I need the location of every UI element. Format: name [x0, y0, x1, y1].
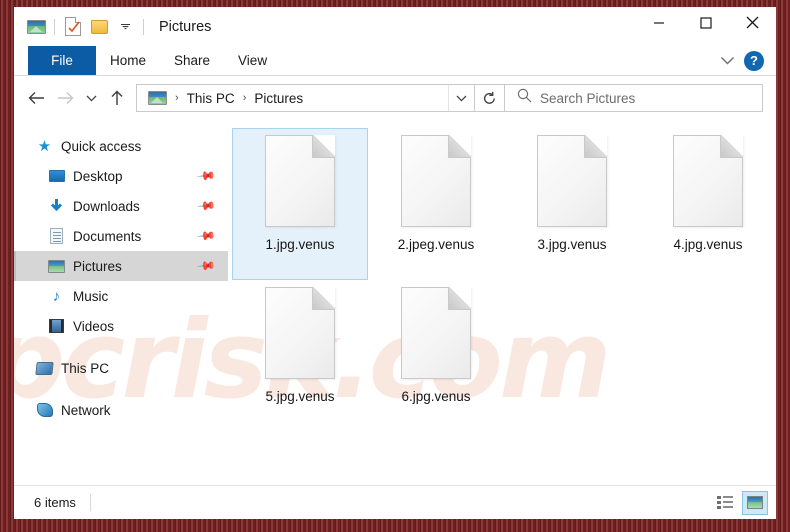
window-controls — [635, 7, 776, 46]
file-name-label: 4.jpg.venus — [673, 237, 743, 252]
blank-document-icon — [401, 287, 471, 379]
sidebar-item-label: Quick access — [61, 138, 142, 154]
address-dropdown-chevron-down-icon[interactable] — [448, 85, 474, 111]
music-icon: ♪ — [52, 287, 61, 305]
tab-share[interactable]: Share — [160, 46, 224, 75]
file-name-label: 2.jpeg.venus — [397, 237, 475, 252]
sidebar-item-label: Videos — [73, 318, 115, 334]
status-bar: 6 items — [14, 485, 776, 519]
pin-icon[interactable]: 📌 — [196, 166, 216, 186]
sidebar-item-network[interactable]: Network — [14, 395, 228, 425]
file-name-label: 5.jpg.venus — [265, 389, 335, 404]
sidebar-item-label: Music — [73, 288, 109, 304]
details-view-icon[interactable] — [712, 491, 738, 515]
breadcrumb-separator-1: › — [175, 92, 179, 104]
file-explorer-window: pcrisk.com Picture — [14, 7, 776, 519]
file-name-label: 6.jpg.venus — [401, 389, 471, 404]
blank-document-icon — [537, 135, 607, 227]
maximize-button[interactable] — [682, 7, 729, 38]
sidebar-item-desktop[interactable]: Desktop 📌 — [14, 161, 228, 191]
sidebar-item-label: Network — [61, 402, 111, 418]
sidebar-item-label: This PC — [61, 360, 110, 376]
breadcrumb-separator-2: › — [242, 92, 247, 104]
pin-icon[interactable]: 📌 — [196, 226, 216, 246]
title-bar: Pictures — [14, 7, 776, 46]
help-button[interactable]: ? — [744, 50, 764, 71]
file-grid: 1.jpg.venus 2.jpeg.venus 3.jpg.venus 4.j… — [228, 128, 776, 432]
desktop-background: pcrisk.com Picture — [0, 0, 790, 532]
sidebar-item-label: Desktop — [73, 168, 123, 184]
sidebar-item-quick-access[interactable]: ★ Quick access — [14, 131, 228, 161]
tab-view[interactable]: View — [224, 46, 281, 75]
blank-document-icon — [265, 135, 335, 227]
back-button[interactable] — [22, 84, 51, 113]
desktop-icon — [48, 168, 65, 185]
address-bar[interactable]: › This PC › Pictures — [136, 84, 475, 112]
download-icon — [48, 198, 65, 215]
ribbon-right-controls: ? — [720, 46, 776, 75]
pin-icon[interactable]: 📌 — [196, 256, 216, 276]
tab-file[interactable]: File — [28, 46, 96, 75]
file-item[interactable]: 6.jpg.venus — [368, 280, 504, 432]
blank-document-icon — [401, 135, 471, 227]
file-item[interactable]: 5.jpg.venus — [232, 280, 368, 432]
sidebar-item-this-pc[interactable]: This PC — [14, 353, 228, 383]
breadcrumb-pictures-icon[interactable] — [144, 85, 170, 111]
pictures-icon — [48, 258, 65, 275]
file-item[interactable]: 4.jpg.venus — [640, 128, 776, 280]
this-pc-icon — [35, 360, 54, 377]
pictures-icon[interactable] — [23, 14, 49, 40]
properties-checklist-icon[interactable] — [60, 14, 86, 40]
star-icon: ★ — [37, 137, 52, 155]
sidebar-item-label: Pictures — [73, 258, 122, 274]
explorer-body: ★ Quick access Desktop 📌 Downloads 📌 Doc… — [14, 120, 776, 485]
refresh-button[interactable] — [475, 84, 505, 112]
file-item[interactable]: 2.jpeg.venus — [368, 128, 504, 280]
breadcrumb-item-pictures[interactable]: Pictures — [251, 91, 306, 106]
videos-icon — [48, 318, 65, 335]
recent-locations-chevron-down-icon[interactable] — [80, 84, 102, 113]
item-count-label: 6 items — [34, 495, 76, 510]
new-folder-icon[interactable] — [86, 14, 112, 40]
sidebar-item-videos[interactable]: Videos — [14, 311, 228, 341]
up-button[interactable] — [102, 84, 131, 113]
ribbon-tab-bar: File Home Share View ? — [14, 46, 776, 76]
network-icon — [36, 402, 53, 419]
blank-document-icon — [673, 135, 743, 227]
navigation-pane: ★ Quick access Desktop 📌 Downloads 📌 Doc… — [14, 120, 228, 485]
breadcrumb-item-this-pc[interactable]: This PC — [184, 91, 238, 106]
file-list-pane[interactable]: 1.jpg.venus 2.jpeg.venus 3.jpg.venus 4.j… — [228, 120, 776, 485]
sidebar-item-label: Downloads — [73, 198, 140, 214]
window-title: Pictures — [159, 18, 212, 35]
sidebar-item-label: Documents — [73, 228, 142, 244]
file-item[interactable]: 1.jpg.venus — [232, 128, 368, 280]
blank-document-icon — [265, 287, 335, 379]
file-name-label: 1.jpg.venus — [265, 237, 335, 252]
sidebar-item-music[interactable]: ♪ Music — [14, 281, 228, 311]
quick-access-toolbar — [14, 14, 149, 40]
close-button[interactable] — [729, 7, 776, 38]
expand-ribbon-chevron-down-icon[interactable] — [720, 52, 735, 70]
status-divider — [89, 494, 91, 511]
address-bar-row: › This PC › Pictures Search Pictures — [14, 76, 776, 120]
search-box[interactable]: Search Pictures — [505, 84, 763, 112]
minimize-button[interactable] — [635, 7, 682, 38]
view-toggle-group — [712, 490, 768, 515]
pin-icon[interactable]: 📌 — [196, 196, 216, 216]
tab-home[interactable]: Home — [96, 46, 160, 75]
sidebar-item-downloads[interactable]: Downloads 📌 — [14, 191, 228, 221]
search-icon — [517, 88, 532, 108]
sidebar-item-documents[interactable]: Documents 📌 — [14, 221, 228, 251]
large-icons-view-icon[interactable] — [742, 490, 768, 515]
file-name-label: 3.jpg.venus — [537, 237, 607, 252]
forward-button — [51, 84, 80, 113]
breadcrumb: › This PC › Pictures — [137, 85, 448, 111]
documents-icon — [48, 228, 65, 245]
file-item[interactable]: 3.jpg.venus — [504, 128, 640, 280]
customize-chevron-icon[interactable] — [112, 14, 138, 40]
toolbar-divider-2 — [143, 18, 144, 35]
search-input[interactable]: Search Pictures — [540, 91, 635, 106]
toolbar-divider — [54, 18, 55, 35]
sidebar-item-pictures[interactable]: Pictures 📌 — [14, 251, 228, 281]
